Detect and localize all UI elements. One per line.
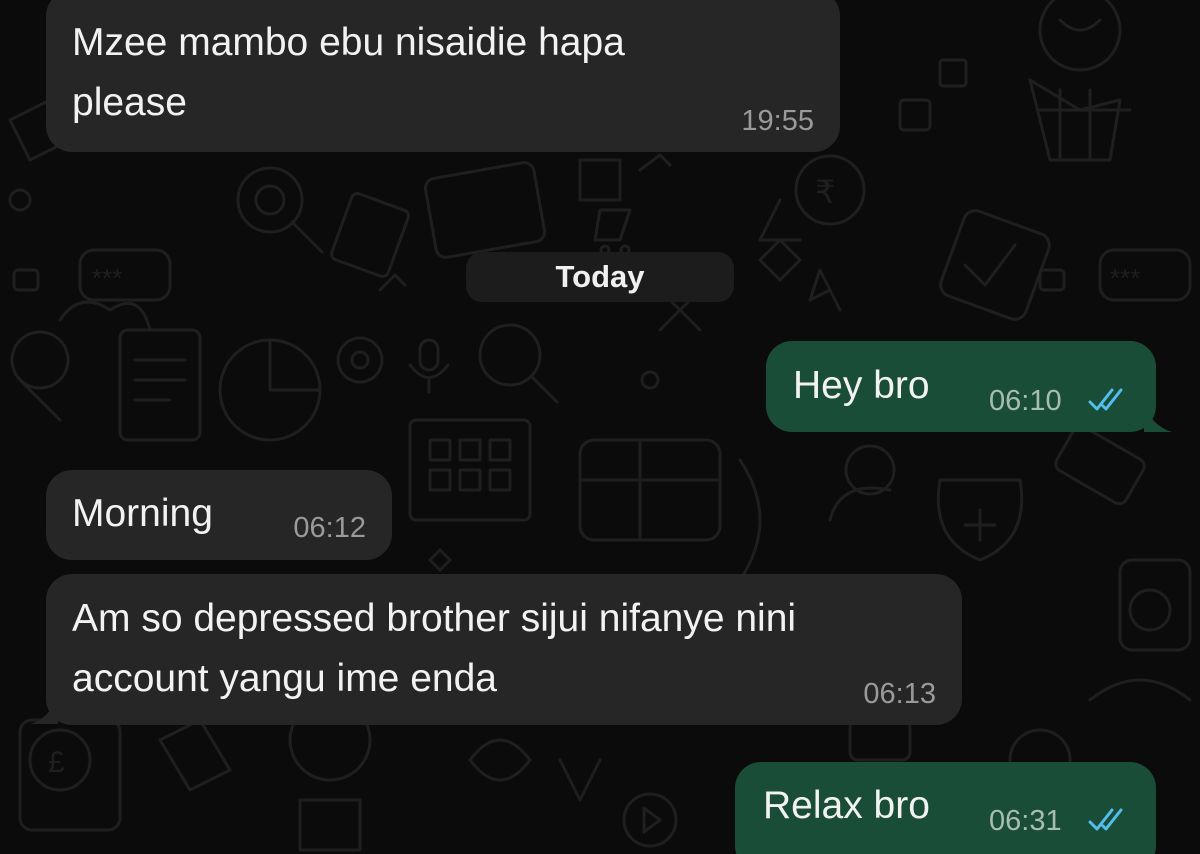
message-bubble-incoming[interactable]: Mzee mambo ebu nisaidie hapa please 19:5…	[46, 0, 840, 152]
message-bubble-outgoing[interactable]: Relax bro 06:31	[735, 762, 1156, 854]
double-check-read-icon	[1088, 388, 1123, 411]
message-text: Relax bro	[763, 784, 930, 827]
message-text: Hey bro	[793, 364, 930, 407]
message-timestamp: 06:10	[989, 385, 1062, 417]
bubble-tail	[1144, 404, 1172, 432]
svg-text:£: £	[48, 746, 65, 779]
message-timestamp: 19:55	[741, 105, 814, 137]
message-bubble-incoming[interactable]: Am so depressed brother sijui nifanye ni…	[46, 574, 962, 725]
message-timestamp: 06:31	[989, 805, 1062, 837]
date-separator: Today	[466, 252, 734, 302]
message-text: please	[72, 81, 187, 124]
message-bubble-outgoing[interactable]: Hey bro 06:10	[766, 341, 1156, 432]
message-timestamp: 06:13	[863, 678, 936, 710]
chat-view[interactable]: *** £ ₹ *** Mzee mambo ebu nisaidie hapa…	[0, 0, 1200, 854]
message-text: Morning	[72, 492, 213, 535]
svg-text:₹: ₹	[815, 174, 835, 210]
double-check-read-icon	[1088, 808, 1123, 831]
message-timestamp: 06:12	[293, 512, 366, 544]
svg-text:***: ***	[92, 263, 122, 293]
message-text: Am so depressed brother sijui nifanye ni…	[72, 597, 797, 640]
message-bubble-incoming[interactable]: Morning 06:12	[46, 470, 392, 560]
svg-text:***: ***	[1110, 263, 1140, 293]
bubble-tail	[30, 696, 58, 724]
message-text: account yangu ime enda	[72, 657, 497, 700]
message-text: Mzee mambo ebu nisaidie hapa	[72, 21, 625, 64]
